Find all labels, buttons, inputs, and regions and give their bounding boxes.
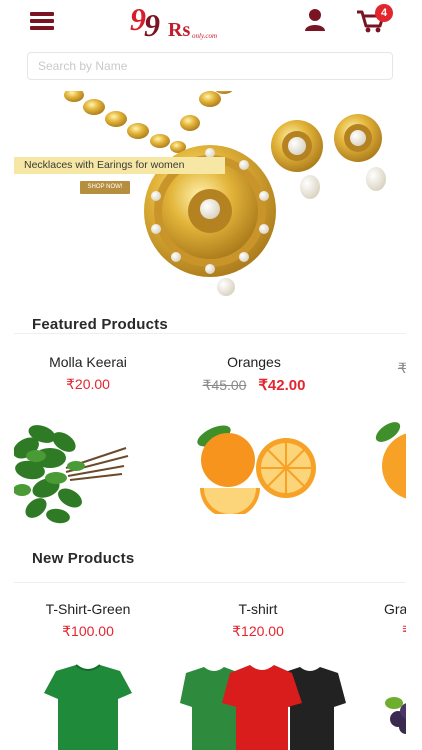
product-price: ₹100.00 [62,623,114,639]
necklace-earrings-image [64,91,386,296]
product-card[interactable]: Molla Keerai ₹20.00 [14,354,176,524]
product-card[interactable]: Oranges ₹45.00 ₹42.00 [166,354,342,514]
shop-now-button[interactable]: SHOP NOW! [80,181,130,194]
new-products-title: New Products [32,550,135,567]
section-divider [14,582,406,583]
app-header: 9 9 Rs only.com 4 [0,0,422,44]
user-account-icon[interactable] [304,8,326,32]
featured-products-title: Featured Products [32,316,168,333]
product-old-price: ₹45.00 [202,377,247,393]
product-card[interactable]: Gra ₹ [332,601,406,734]
search-input[interactable] [27,52,393,80]
product-name: T-shirt [238,601,278,617]
banner-caption: Necklaces with Earings for women [14,157,225,174]
site-logo[interactable]: 9 9 Rs only.com [130,0,240,44]
leafy-greens-icon [14,425,129,524]
grapes-icon [385,697,406,734]
svg-text:only.com: only.com [192,32,217,40]
green-tshirt-icon [44,664,132,750]
product-card[interactable]: T-Shirt-Green ₹100.00 [14,601,176,750]
section-divider [14,333,406,334]
product-name: Molla Keerai [49,354,127,370]
product-price: ₹20.00 [66,376,110,392]
product-old-price: ₹75.0 [397,360,406,376]
tshirts-icon [180,665,346,750]
product-name: Gra [384,601,406,617]
svg-text:Rs: Rs [168,19,190,41]
product-price: ₹42.00 [258,377,306,394]
cart-count-badge: 4 [375,4,393,22]
hamburger-menu-icon[interactable] [30,12,54,30]
product-name: T-Shirt-Green [45,601,131,617]
product-card[interactable]: ₹75.0 [332,354,406,499]
promo-banner[interactable]: Necklaces with Earings for women SHOP NO… [14,91,406,296]
new-products-row: T-Shirt-Green ₹100.00 T-shirt ₹120.00 Gr… [14,601,406,750]
svg-text:9: 9 [144,7,160,43]
orange-fruit-icon [375,422,406,499]
orange-fruit-icon [197,425,316,514]
product-name: Oranges [227,354,281,370]
product-price: ₹120.00 [232,623,284,639]
product-card[interactable]: T-shirt ₹120.00 [170,601,346,750]
product-price: ₹ [402,623,406,639]
featured-products-row: Molla Keerai ₹20.00 Oranges ₹45.00 ₹42.0… [14,354,406,534]
